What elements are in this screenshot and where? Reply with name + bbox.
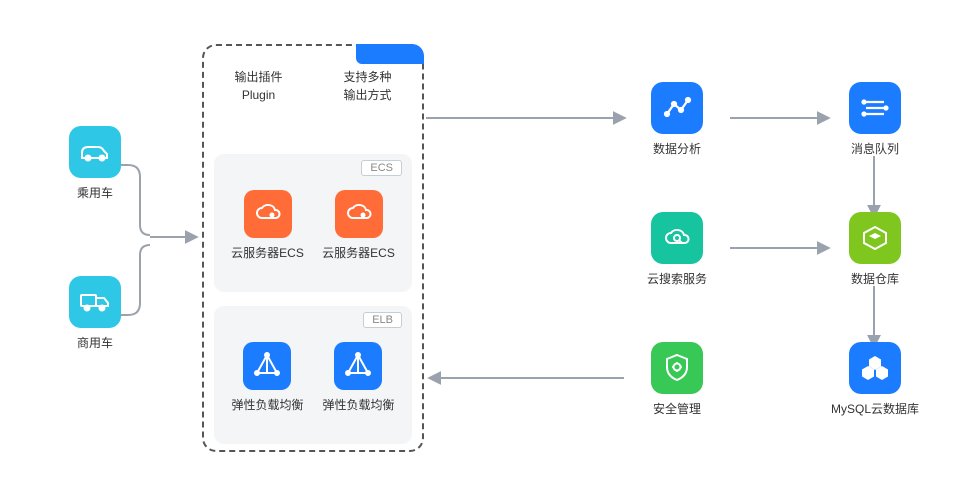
load-balancer-icon (243, 342, 291, 390)
ecs-item-2: 云服务器ECS (322, 190, 395, 276)
warehouse-icon (849, 212, 901, 264)
node-mq: 消息队列 (830, 82, 920, 157)
node-warehouse: 数据仓库 (830, 212, 920, 287)
cloud-server-icon (335, 190, 383, 238)
node-security: 安全管理 (632, 342, 722, 417)
ecs-tag: ECS (361, 160, 402, 176)
center-top-left: 输出插件 Plugin (234, 68, 282, 104)
warehouse-label: 数据仓库 (851, 270, 899, 287)
center-top-right: 支持多种 输出方式 (343, 68, 391, 104)
center-top-right-line1: 支持多种 (343, 68, 391, 86)
elb-item-2-label: 弹性负载均衡 (322, 396, 394, 413)
load-balancer-icon (334, 342, 382, 390)
node-search: 云搜索服务 (632, 212, 722, 287)
node-mysql: MySQL云数据库 (830, 342, 920, 417)
truck-icon (69, 276, 121, 328)
node-analytics: 数据分析 (632, 82, 722, 157)
ecs-item-2-label: 云服务器ECS (322, 244, 395, 261)
mq-label: 消息队列 (851, 140, 899, 157)
center-container: 输出插件 Plugin 支持多种 输出方式 ECS 云服务器ECS 云服务器EC… (202, 44, 424, 452)
center-tab (356, 44, 424, 64)
analytics-label: 数据分析 (653, 140, 701, 157)
center-top-left-line2: Plugin (234, 86, 282, 104)
ecs-item-1-label: 云服务器ECS (231, 244, 304, 261)
elb-item-1-label: 弹性负载均衡 (231, 396, 303, 413)
elb-item-2: 弹性负载均衡 (322, 342, 394, 428)
elb-item-1: 弹性负载均衡 (231, 342, 303, 428)
elb-box: ELB 弹性负载均衡 弹性负载均衡 (214, 306, 412, 444)
ecs-box: ECS 云服务器ECS 云服务器ECS (214, 154, 412, 292)
mysql-label: MySQL云数据库 (831, 400, 919, 417)
search-label: 云搜索服务 (647, 270, 707, 287)
center-top-left-line1: 输出插件 (234, 68, 282, 86)
mysql-icon (849, 342, 901, 394)
center-top-right-line2: 输出方式 (343, 86, 391, 104)
analytics-icon (651, 82, 703, 134)
node-car: 乘用车 (50, 126, 140, 201)
message-queue-icon (849, 82, 901, 134)
cloud-search-icon (651, 212, 703, 264)
cloud-server-icon (244, 190, 292, 238)
diagram-connectors (0, 0, 960, 500)
truck-label: 商用车 (77, 334, 113, 351)
center-top-row: 输出插件 Plugin 支持多种 输出方式 (204, 68, 422, 104)
security-icon (651, 342, 703, 394)
car-icon (69, 126, 121, 178)
ecs-item-1: 云服务器ECS (231, 190, 304, 276)
security-label: 安全管理 (653, 400, 701, 417)
elb-tag: ELB (363, 312, 402, 328)
node-truck: 商用车 (50, 276, 140, 351)
car-label: 乘用车 (77, 184, 113, 201)
